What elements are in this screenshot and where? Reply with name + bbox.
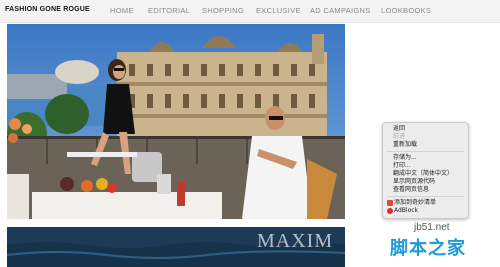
- nav-item-ad-campaigns[interactable]: AD CAMPAIGNS: [310, 6, 371, 15]
- nav-item-home[interactable]: HOME: [110, 6, 134, 15]
- top-navigation-bar: FASHION GONE ROGUE HOME EDITORIAL SHOPPI…: [0, 0, 500, 23]
- menu-item-wunderlist[interactable]: 添加到奇妙清单: [386, 199, 466, 207]
- second-photo[interactable]: MAXIM: [7, 227, 345, 267]
- second-photo-illustration: MAXIM: [7, 227, 345, 267]
- nav-item-shopping[interactable]: SHOPPING: [202, 6, 244, 15]
- hero-photo[interactable]: [7, 24, 345, 219]
- maxim-logo-text: MAXIM: [257, 230, 333, 252]
- menu-item-adblock-label: AdBlock: [394, 207, 419, 214]
- watermark-brand: 脚本之家: [390, 238, 466, 259]
- menu-item-forward: 前进: [393, 133, 406, 140]
- menu-item-reload[interactable]: 重新加载: [393, 141, 417, 149]
- menu-item-view-source[interactable]: 显示网页源代码: [393, 178, 435, 186]
- menu-item-adblock[interactable]: AdBlock: [386, 207, 466, 215]
- adblock-icon: [387, 208, 393, 214]
- watermark-domain: jb51.net: [414, 222, 450, 233]
- site-logo[interactable]: FASHION GONE ROGUE: [5, 6, 90, 13]
- menu-item-back[interactable]: 返回: [393, 125, 405, 133]
- nav-item-editorial[interactable]: EDITORIAL: [148, 6, 190, 15]
- hero-photo-illustration: [7, 24, 345, 219]
- menu-item-save-as[interactable]: 存储为...: [393, 154, 417, 162]
- menu-item-page-info[interactable]: 查看网页信息: [393, 186, 429, 194]
- nav-item-lookbooks[interactable]: LOOKBOOKS: [381, 6, 431, 15]
- menu-separator: [387, 151, 464, 152]
- menu-separator: [387, 196, 464, 197]
- menu-item-print[interactable]: 打印...: [393, 162, 411, 170]
- menu-item-wunderlist-label: 添加到奇妙清单: [394, 199, 437, 206]
- context-menu: 返回 前进 重新加载 存储为... 打印... 翻成中文（简体中文） 显示网页源…: [382, 122, 469, 219]
- menu-item-translate[interactable]: 翻成中文（简体中文）: [393, 170, 453, 178]
- wunderlist-icon: [387, 200, 393, 206]
- nav-item-exclusive[interactable]: EXCLUSIVE: [256, 6, 301, 15]
